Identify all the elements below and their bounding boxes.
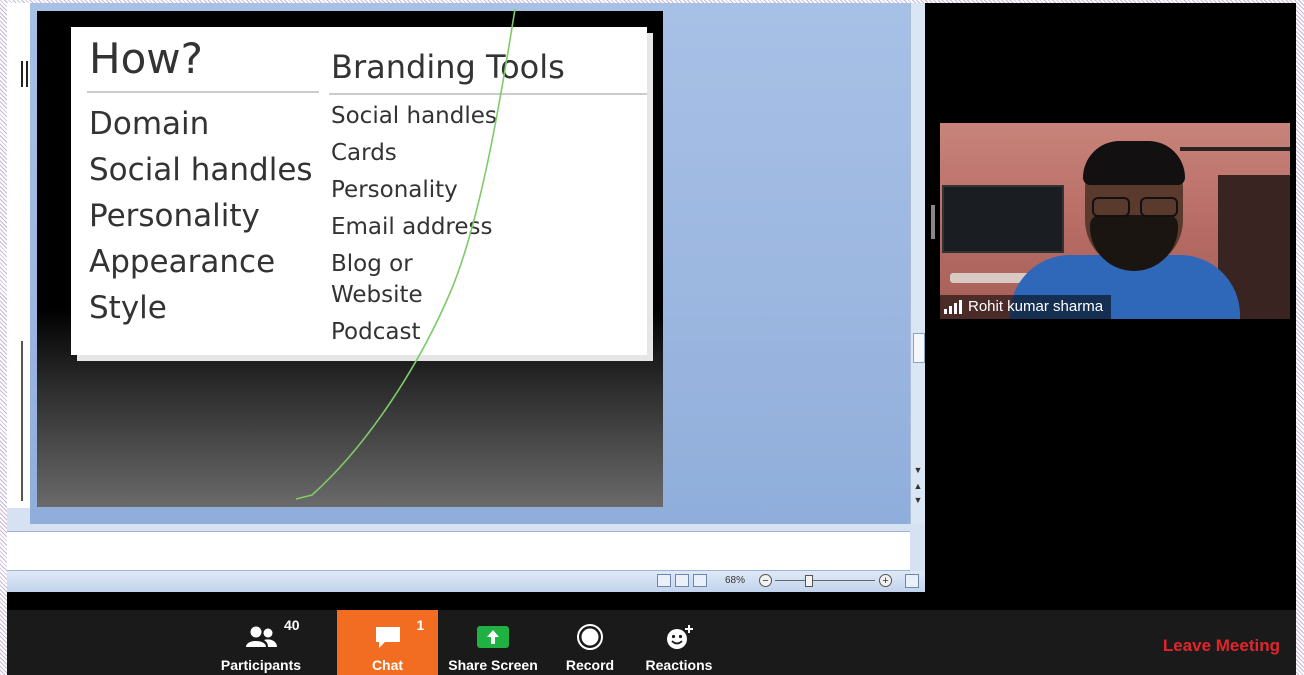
share-screen-icon bbox=[476, 623, 510, 651]
chat-icon: 1 bbox=[373, 617, 424, 651]
view-buttons bbox=[657, 574, 717, 589]
reactions-button[interactable]: Reactions bbox=[639, 610, 719, 675]
previous-slide-icon[interactable]: ▲ bbox=[913, 481, 923, 491]
zoom-slider-thumb[interactable] bbox=[805, 575, 813, 587]
participant-hair bbox=[1083, 141, 1185, 185]
reactions-icon bbox=[664, 623, 694, 651]
participant-video-tile[interactable]: Rohit kumar sharma bbox=[940, 123, 1290, 319]
slide-canvas: How? Domain Social handles Personality A… bbox=[30, 3, 910, 524]
pane-scrollbar[interactable] bbox=[21, 341, 27, 501]
annotation-ink-stroke bbox=[295, 8, 516, 500]
leave-meeting-button[interactable]: Leave Meeting bbox=[1163, 636, 1280, 656]
background-curtain-rod bbox=[1180, 147, 1290, 151]
scroll-down-icon[interactable]: ▼ bbox=[913, 465, 923, 475]
participants-count: 40 bbox=[284, 617, 300, 633]
zoom-slider-track[interactable] bbox=[775, 580, 875, 581]
meeting-toolbar: 40 Participants 1 Chat Share Screen Reco… bbox=[7, 610, 1296, 675]
pane-splitter[interactable] bbox=[21, 61, 28, 87]
chat-label: Chat bbox=[371, 657, 404, 673]
signal-strength-icon bbox=[944, 300, 962, 314]
chat-unread-count: 1 bbox=[416, 617, 425, 633]
participant-name: Rohit kumar sharma bbox=[968, 298, 1104, 315]
zoom-in-icon[interactable]: + bbox=[879, 574, 892, 587]
participants-icon: 40 bbox=[244, 617, 300, 651]
slide-thumbnail-pane[interactable] bbox=[7, 3, 31, 508]
zoom-out-icon[interactable]: − bbox=[759, 574, 772, 587]
share-screen-label: Share Screen bbox=[448, 657, 538, 673]
background-tv bbox=[942, 185, 1064, 253]
share-screen-button[interactable]: Share Screen bbox=[443, 610, 543, 675]
shared-screen: How? Domain Social handles Personality A… bbox=[7, 3, 925, 592]
next-slide-icon[interactable]: ▼ bbox=[913, 495, 923, 505]
record-icon bbox=[576, 623, 604, 651]
reactions-label: Reactions bbox=[645, 657, 713, 673]
fit-to-window-icon[interactable] bbox=[905, 574, 919, 588]
participant-glasses bbox=[1088, 197, 1182, 219]
slide-sorter-icon[interactable] bbox=[675, 574, 689, 587]
record-label: Record bbox=[565, 657, 615, 673]
participant-nameplate: Rohit kumar sharma bbox=[940, 295, 1112, 319]
record-button[interactable]: Record bbox=[555, 610, 625, 675]
participants-button[interactable]: 40 Participants bbox=[217, 610, 305, 675]
chat-button[interactable]: 1 Chat bbox=[337, 610, 438, 675]
slideshow-icon[interactable] bbox=[693, 574, 707, 587]
normal-view-icon[interactable] bbox=[657, 574, 671, 587]
zoom-level[interactable]: 68% bbox=[725, 575, 745, 586]
panel-divider-handle[interactable] bbox=[931, 205, 935, 239]
background-shelf bbox=[950, 273, 1030, 283]
vertical-scrollbar[interactable]: ▼ ▲ ▼ bbox=[910, 3, 925, 524]
scroll-thumb[interactable] bbox=[913, 333, 925, 363]
notes-pane[interactable] bbox=[7, 531, 910, 571]
status-bar: 68% − + bbox=[7, 571, 925, 592]
participants-label: Participants bbox=[220, 657, 302, 673]
